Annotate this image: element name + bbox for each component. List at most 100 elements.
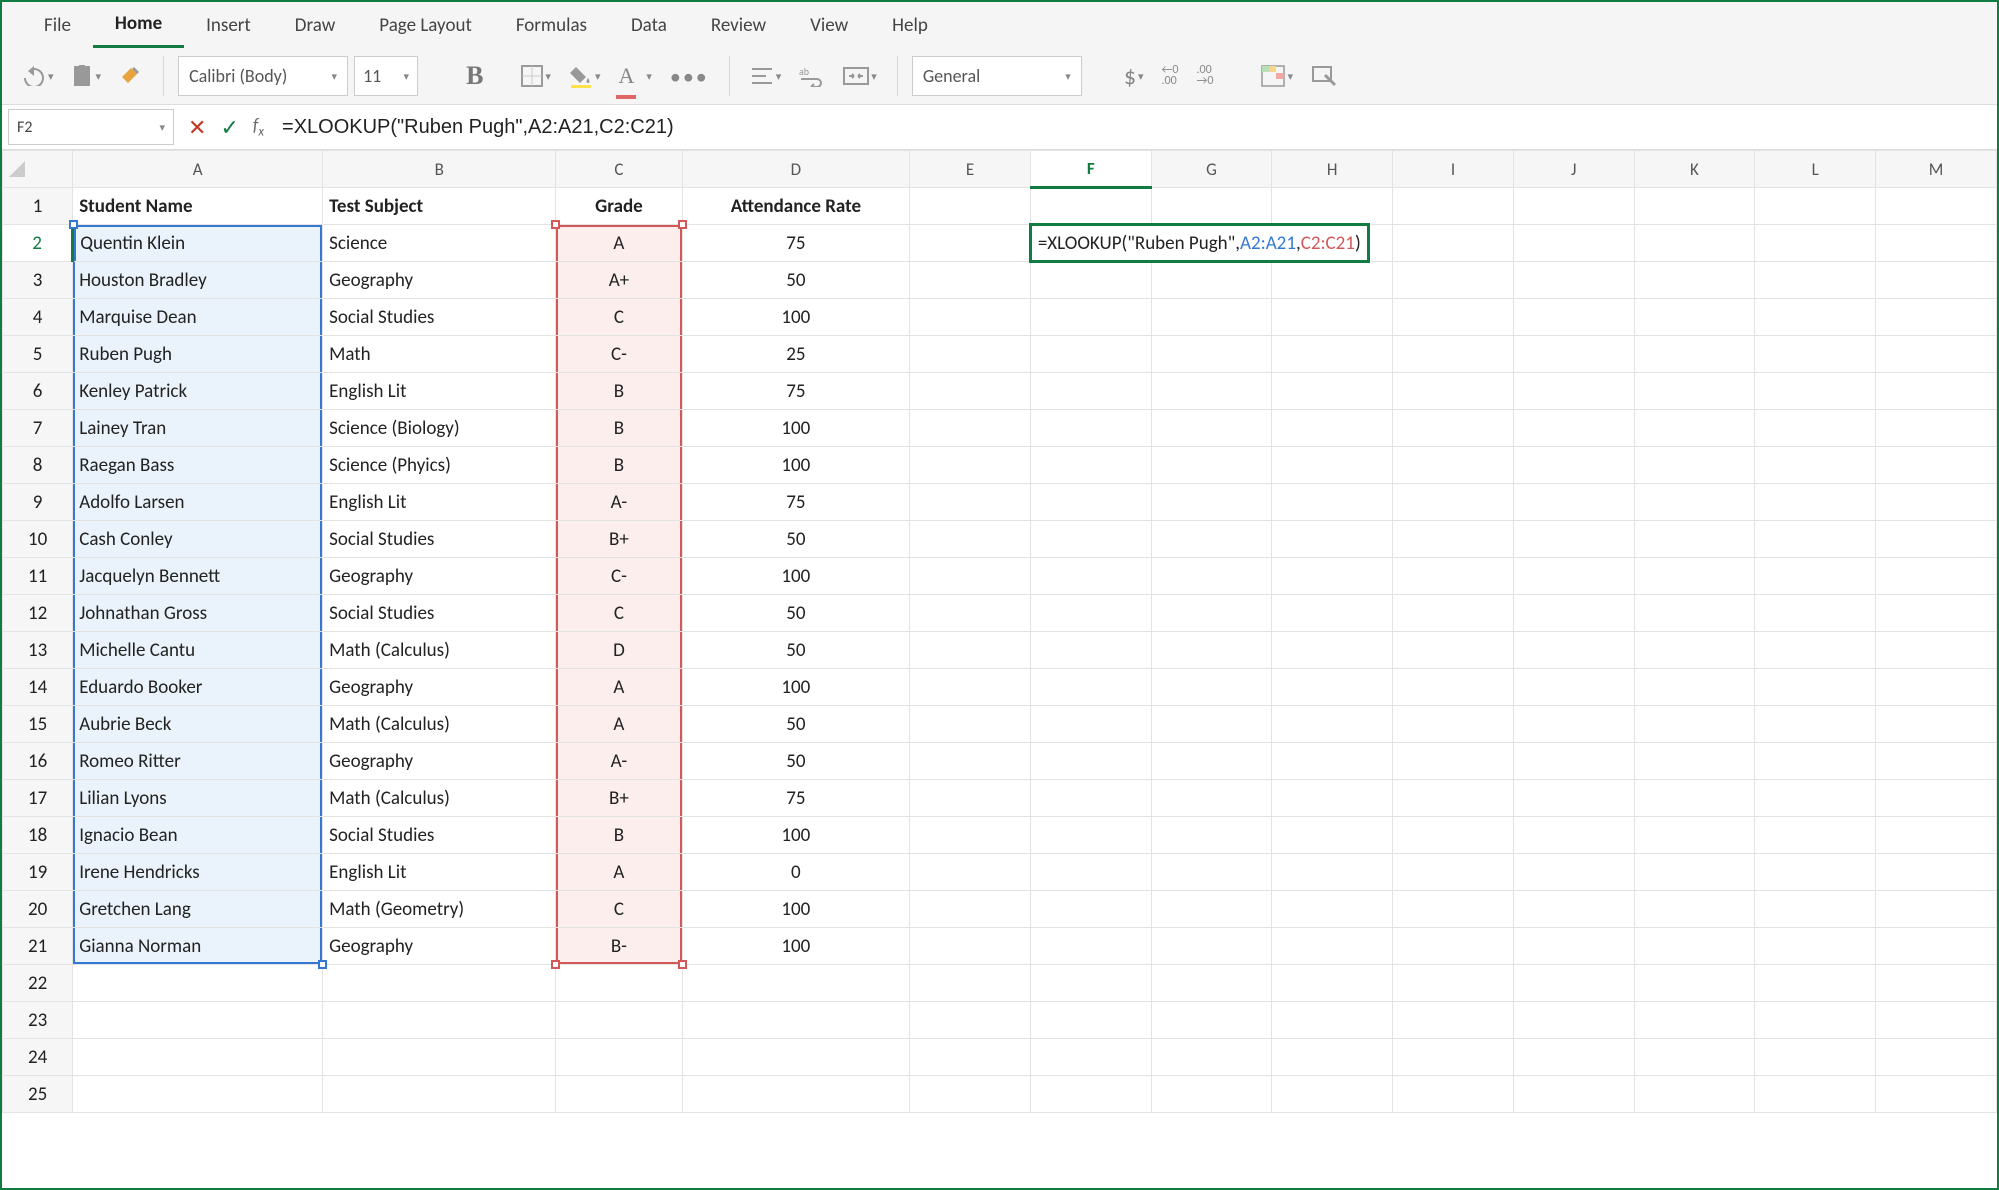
- column-header-E[interactable]: E: [910, 151, 1031, 188]
- column-header-A[interactable]: A: [73, 151, 323, 188]
- cell-J12[interactable]: [1513, 595, 1634, 632]
- cell-E7[interactable]: [910, 410, 1031, 447]
- cell-L11[interactable]: [1755, 558, 1876, 595]
- cell-F12[interactable]: [1030, 595, 1151, 632]
- cell-L23[interactable]: [1755, 1002, 1876, 1039]
- cell-E23[interactable]: [910, 1002, 1031, 1039]
- cell-A11[interactable]: Jacquelyn Bennett: [73, 558, 323, 595]
- cell-J1[interactable]: [1513, 188, 1634, 225]
- cell-A7[interactable]: Lainey Tran: [73, 410, 323, 447]
- cell-E24[interactable]: [910, 1039, 1031, 1076]
- cell-H20[interactable]: [1272, 891, 1393, 928]
- cell-D3[interactable]: 50: [682, 262, 909, 299]
- cell-I12[interactable]: [1393, 595, 1514, 632]
- cell-C16[interactable]: A-: [556, 743, 682, 780]
- range-handle[interactable]: [551, 960, 560, 969]
- ribbon-tab-insert[interactable]: Insert: [184, 4, 273, 47]
- cell-K18[interactable]: [1634, 817, 1755, 854]
- cell-I1[interactable]: [1393, 188, 1514, 225]
- cell-M18[interactable]: [1876, 817, 1997, 854]
- cell-I4[interactable]: [1393, 299, 1514, 336]
- cell-D22[interactable]: [682, 965, 909, 1002]
- cell-A5[interactable]: Ruben Pugh: [73, 336, 323, 373]
- cell-B20[interactable]: Math (Geometry): [323, 891, 556, 928]
- cell-I19[interactable]: [1393, 854, 1514, 891]
- cell-L4[interactable]: [1755, 299, 1876, 336]
- cell-I17[interactable]: [1393, 780, 1514, 817]
- cell-D17[interactable]: 75: [682, 780, 909, 817]
- cell-I18[interactable]: [1393, 817, 1514, 854]
- row-header-3[interactable]: 3: [3, 262, 73, 299]
- spreadsheet-grid[interactable]: ABCDEFGHIJKLM 1Student NameTest SubjectG…: [2, 150, 1997, 1188]
- cell-D23[interactable]: [682, 1002, 909, 1039]
- cell-A18[interactable]: Ignacio Bean: [73, 817, 323, 854]
- cell-F5[interactable]: [1030, 336, 1151, 373]
- cell-A13[interactable]: Michelle Cantu: [73, 632, 323, 669]
- ribbon-tab-formulas[interactable]: Formulas: [494, 4, 609, 47]
- cell-J22[interactable]: [1513, 965, 1634, 1002]
- cell-J3[interactable]: [1513, 262, 1634, 299]
- cell-A25[interactable]: [73, 1076, 323, 1113]
- cell-I15[interactable]: [1393, 706, 1514, 743]
- cell-F6[interactable]: [1030, 373, 1151, 410]
- cell-K24[interactable]: [1634, 1039, 1755, 1076]
- ribbon-tab-page-layout[interactable]: Page Layout: [357, 4, 494, 47]
- cancel-formula-icon[interactable]: ✕: [188, 114, 206, 141]
- cell-G23[interactable]: [1151, 1002, 1272, 1039]
- ribbon-tab-home[interactable]: Home: [93, 2, 184, 48]
- ribbon-tab-file[interactable]: File: [22, 4, 93, 47]
- merge-button[interactable]: ▾: [837, 58, 883, 94]
- cell-D14[interactable]: 100: [682, 669, 909, 706]
- cell-K22[interactable]: [1634, 965, 1755, 1002]
- cell-G7[interactable]: [1151, 410, 1272, 447]
- cell-G9[interactable]: [1151, 484, 1272, 521]
- cell-A8[interactable]: Raegan Bass: [73, 447, 323, 484]
- cell-D21[interactable]: 100: [682, 928, 909, 965]
- cell-C12[interactable]: C: [556, 595, 682, 632]
- font-size-dropdown[interactable]: 11 ▾: [354, 56, 418, 96]
- cell-K20[interactable]: [1634, 891, 1755, 928]
- column-header-H[interactable]: H: [1272, 151, 1393, 188]
- cell-C6[interactable]: B: [556, 373, 682, 410]
- row-header-24[interactable]: 24: [3, 1039, 73, 1076]
- row-header-23[interactable]: 23: [3, 1002, 73, 1039]
- row-header-6[interactable]: 6: [3, 373, 73, 410]
- row-header-4[interactable]: 4: [3, 299, 73, 336]
- cell-E16[interactable]: [910, 743, 1031, 780]
- cell-J4[interactable]: [1513, 299, 1634, 336]
- cell-J14[interactable]: [1513, 669, 1634, 706]
- cell-F16[interactable]: [1030, 743, 1151, 780]
- cell-B18[interactable]: Social Studies: [323, 817, 556, 854]
- cell-B22[interactable]: [323, 965, 556, 1002]
- cell-B12[interactable]: Social Studies: [323, 595, 556, 632]
- cell-J20[interactable]: [1513, 891, 1634, 928]
- cell-M6[interactable]: [1876, 373, 1997, 410]
- cell-G22[interactable]: [1151, 965, 1272, 1002]
- cell-F15[interactable]: [1030, 706, 1151, 743]
- cell-B24[interactable]: [323, 1039, 556, 1076]
- cell-E1[interactable]: [910, 188, 1031, 225]
- ribbon-tab-draw[interactable]: Draw: [273, 4, 357, 47]
- cell-F8[interactable]: [1030, 447, 1151, 484]
- cell-M20[interactable]: [1876, 891, 1997, 928]
- cell-C7[interactable]: B: [556, 410, 682, 447]
- cell-E20[interactable]: [910, 891, 1031, 928]
- cell-H12[interactable]: [1272, 595, 1393, 632]
- row-header-13[interactable]: 13: [3, 632, 73, 669]
- editing-button[interactable]: [1305, 58, 1343, 94]
- cell-M4[interactable]: [1876, 299, 1997, 336]
- cell-L7[interactable]: [1755, 410, 1876, 447]
- cell-K7[interactable]: [1634, 410, 1755, 447]
- cell-G5[interactable]: [1151, 336, 1272, 373]
- decrease-decimal-button[interactable]: .00→0: [1190, 58, 1219, 94]
- cell-B11[interactable]: Geography: [323, 558, 556, 595]
- ribbon-tab-view[interactable]: View: [788, 4, 870, 47]
- cell-B25[interactable]: [323, 1076, 556, 1113]
- more-font-button[interactable]: •••: [664, 58, 715, 94]
- cell-J19[interactable]: [1513, 854, 1634, 891]
- cell-B19[interactable]: English Lit: [323, 854, 556, 891]
- cell-F1[interactable]: [1030, 188, 1151, 225]
- cell-J5[interactable]: [1513, 336, 1634, 373]
- cell-C1[interactable]: Grade: [556, 188, 682, 225]
- cell-A24[interactable]: [73, 1039, 323, 1076]
